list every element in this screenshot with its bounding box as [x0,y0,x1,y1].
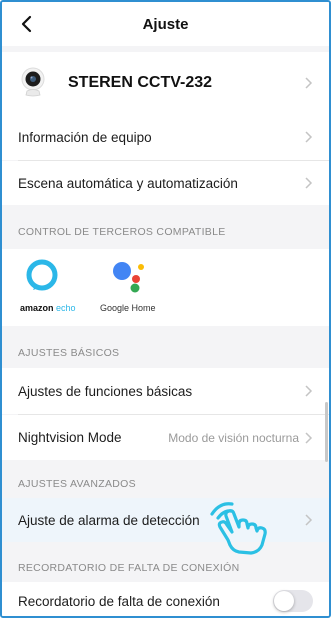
nightvision-value: Modo de visión nocturna [168,430,299,445]
tap-hand-icon [210,502,267,555]
chevron-right-icon [305,131,313,143]
automation-row[interactable]: Escena automática y automatización [2,161,329,205]
automation-label: Escena automática y automatización [18,175,238,191]
chevron-right-icon [305,431,313,444]
back-arrow-icon [21,15,32,33]
amazon-text: amazon [20,303,54,313]
scrollbar[interactable] [325,402,328,462]
third-party-partners: amazon echo Google Home [2,249,329,326]
device-info-label: Información de equipo [18,129,152,145]
page-title: Ajuste [142,15,189,33]
section-basic: AJUSTES BÁSICOS [18,347,120,359]
echo-text: echo [56,303,76,313]
google-home-label: Google Home [100,303,156,313]
nightvision-row[interactable]: Nightvision Mode Modo de visión nocturna [2,415,329,460]
section-third-party: CONTROL DE TERCEROS COMPATIBLE [18,226,226,238]
device-info-row[interactable]: Información de equipo [2,114,329,160]
basic-functions-row[interactable]: Ajustes de funciones básicas [2,368,329,414]
basic-functions-label: Ajustes de funciones básicas [18,383,193,399]
device-row[interactable]: STEREN CCTV-232 [2,52,329,114]
nightvision-label: Nightvision Mode [18,430,122,445]
alexa-icon [26,259,58,291]
amazon-echo-logo: amazon echo [20,303,76,313]
toggle-knob [274,591,294,611]
chevron-right-icon [305,177,313,189]
offline-reminder-row: Recordatorio de falta de conexión [2,582,329,616]
google-home-link[interactable]: Google Home [100,255,162,319]
header: Ajuste [2,2,329,46]
settings-screen: Ajuste STEREN CCTV-232 Información de eq… [0,0,331,618]
section-advanced: AJUSTES AVANZADOS [18,478,136,490]
offline-reminder-label: Recordatorio de falta de conexión [18,593,220,609]
camera-icon [21,67,45,97]
back-button[interactable] [14,10,38,38]
google-assistant-icon [113,262,144,293]
chevron-right-icon [305,514,313,526]
offline-reminder-toggle[interactable] [273,590,313,612]
chevron-right-icon [305,385,313,397]
amazon-echo-link[interactable]: amazon echo [18,255,76,319]
device-name: STEREN CCTV-232 [68,74,213,91]
chevron-right-icon [305,77,313,89]
section-offline: RECORDATORIO DE FALTA DE CONEXIÓN [18,562,240,574]
